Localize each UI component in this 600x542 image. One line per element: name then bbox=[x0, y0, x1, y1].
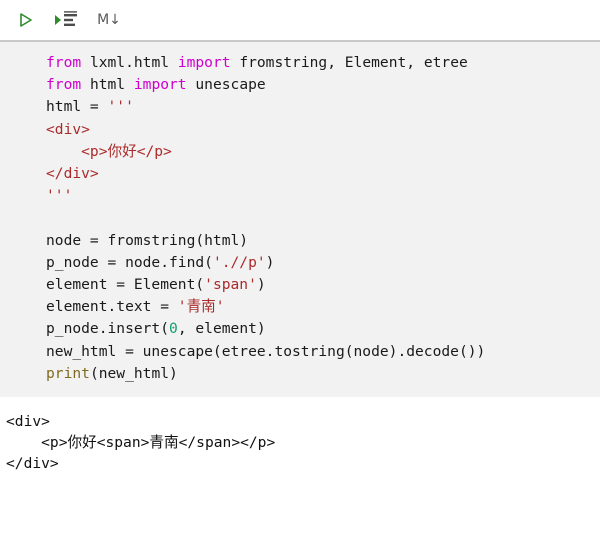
code-line: p_node.insert(0, element) bbox=[46, 318, 600, 340]
code-line: <p>你好</p> bbox=[46, 141, 600, 163]
code-token: (new_html) bbox=[89, 364, 178, 382]
code-line: from html import unescape bbox=[46, 74, 600, 96]
output-text: <div> <p>你好<span>青南</span></p> </div> bbox=[0, 411, 600, 474]
code-token: node = fromstring(html) bbox=[46, 231, 249, 249]
code-token: from bbox=[46, 76, 90, 94]
markdown-button[interactable]: M↓ bbox=[94, 7, 124, 33]
code-token: p_node.insert( bbox=[46, 320, 170, 338]
notebook-toolbar: M↓ bbox=[0, 0, 600, 42]
code-token: <div> bbox=[46, 120, 90, 138]
code-token: './/p' bbox=[212, 253, 266, 271]
code-token: </div> bbox=[46, 165, 99, 183]
code-token: element.text = bbox=[46, 298, 178, 316]
code-token: <p>你好</p> bbox=[46, 142, 172, 160]
cell-output-area: <div> <p>你好<span>青南</span></p> </div> bbox=[0, 397, 600, 475]
code-cell[interactable]: from lxml.html import fromstring, Elemen… bbox=[0, 42, 600, 398]
play-triangle-icon bbox=[15, 10, 35, 30]
output-line: </div> bbox=[6, 455, 59, 473]
run-and-step-icon bbox=[54, 10, 80, 30]
code-token: ) bbox=[265, 253, 275, 271]
code-token: 'span' bbox=[204, 276, 257, 294]
code-token: new_html = unescape(etree.tostring(node)… bbox=[46, 342, 486, 360]
code-token: lxml.html bbox=[89, 54, 178, 71]
code-line: from lxml.html import fromstring, Elemen… bbox=[46, 52, 600, 74]
code-editor-lines[interactable]: from lxml.html import fromstring, Elemen… bbox=[0, 52, 600, 385]
code-token: element = Element( bbox=[46, 276, 205, 294]
code-token: 0 bbox=[169, 320, 178, 338]
code-line: ''' bbox=[46, 185, 600, 207]
code-line: element.text = '青南' bbox=[46, 296, 600, 318]
run-cell-button[interactable] bbox=[10, 7, 40, 33]
code-token: ''' bbox=[107, 98, 134, 116]
run-cell-and-advance-button[interactable] bbox=[52, 7, 82, 33]
code-token: fromstring, Element, etree bbox=[239, 54, 468, 71]
code-token: html bbox=[89, 76, 134, 94]
code-token: html = bbox=[46, 98, 108, 116]
code-line: html = ''' bbox=[46, 96, 600, 118]
code-token: import bbox=[133, 76, 196, 94]
code-line: node = fromstring(html) bbox=[46, 230, 600, 252]
code-line: p_node = node.find('.//p') bbox=[46, 252, 600, 274]
code-line: element = Element('span') bbox=[46, 274, 600, 296]
code-line: new_html = unescape(etree.tostring(node)… bbox=[46, 341, 600, 363]
markdown-label: M↓ bbox=[97, 12, 121, 28]
code-line: </div> bbox=[46, 163, 600, 185]
code-token: print bbox=[46, 364, 90, 382]
code-line: print(new_html) bbox=[46, 363, 600, 385]
output-line: <p>你好<span>青南</span></p> bbox=[6, 434, 276, 452]
code-token: , element) bbox=[177, 320, 266, 338]
code-token: import bbox=[177, 54, 240, 71]
code-token: '青南' bbox=[177, 298, 225, 316]
code-line: <div> bbox=[46, 119, 600, 141]
output-line: <div> bbox=[6, 413, 50, 431]
code-token: unescape bbox=[195, 76, 266, 94]
code-token: ''' bbox=[46, 187, 73, 205]
code-token: p_node = node.find( bbox=[46, 253, 213, 271]
code-token: ) bbox=[256, 276, 266, 294]
code-token: from bbox=[46, 54, 90, 71]
